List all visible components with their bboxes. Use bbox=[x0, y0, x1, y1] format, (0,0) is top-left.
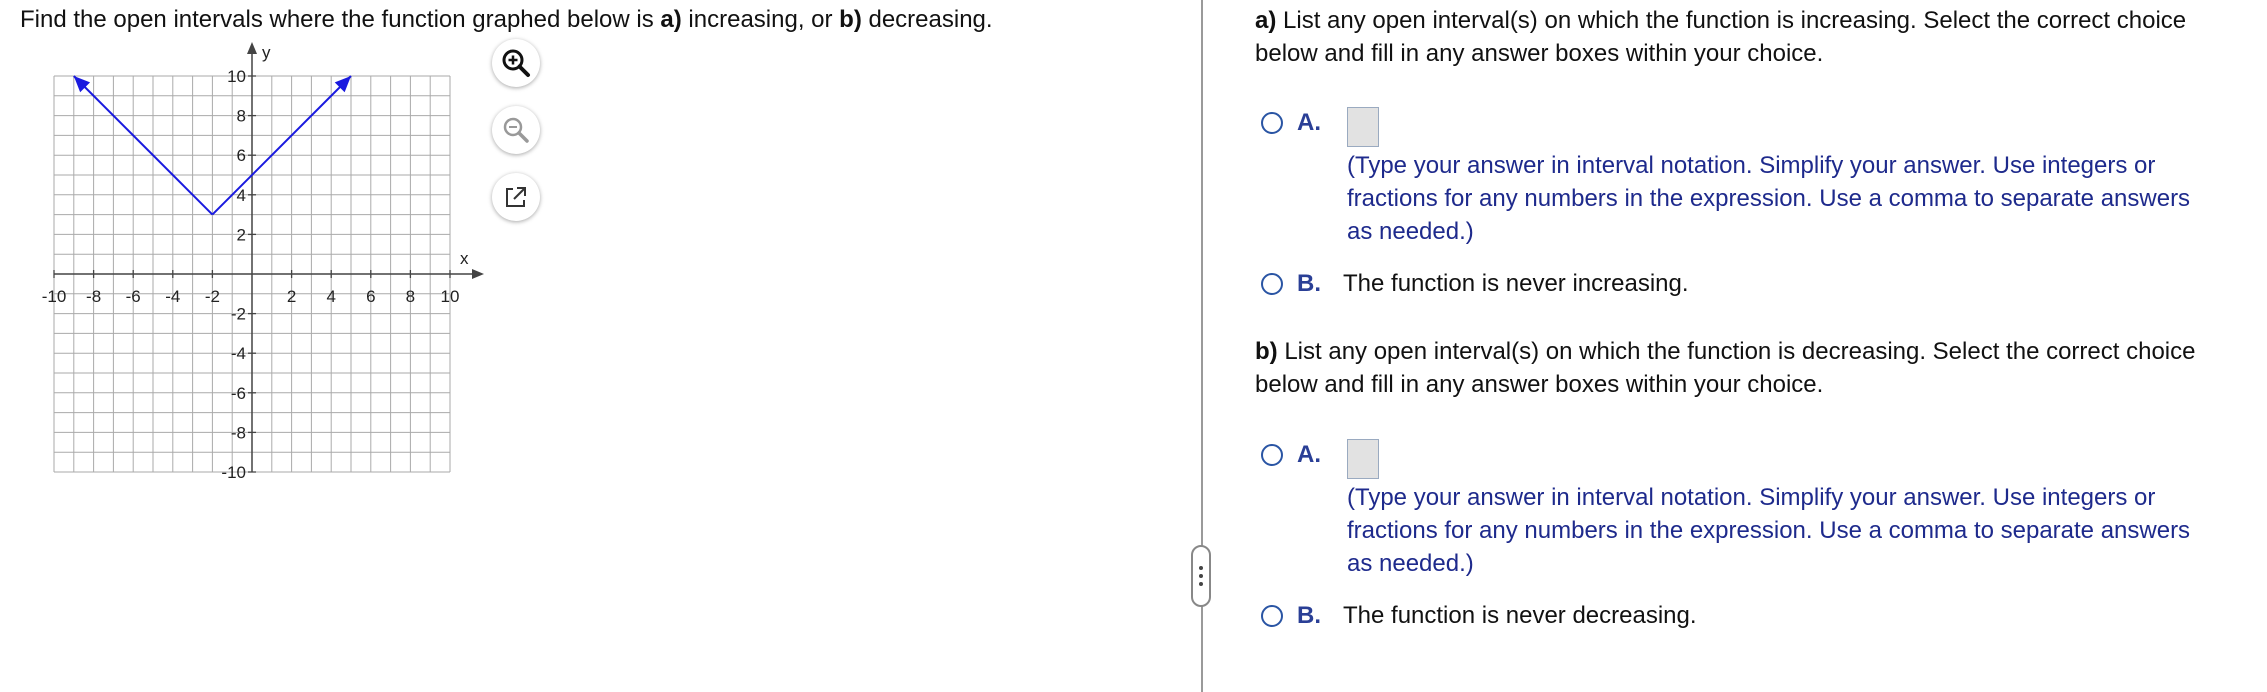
part-a-option-a-radio[interactable] bbox=[1261, 112, 1283, 134]
question-part-b-word: decreasing. bbox=[861, 6, 993, 33]
function-graph: x y -10 -8 -6 -4 -2 2 4 6 8 10 10 8 6 4 2 -2 -4 -6 -8 -10 bbox=[30, 40, 500, 480]
x-axis-arrow bbox=[472, 269, 484, 279]
x-tick-label: -4 bbox=[165, 287, 180, 306]
part-a-prompt-line1: a) List any open interval(s) on which th… bbox=[1255, 4, 2186, 37]
part-a-option-b[interactable]: B. The function is never increasing. bbox=[1261, 270, 1689, 298]
popout-button[interactable] bbox=[492, 173, 540, 221]
answer-pane: a) List any open interval(s) on which th… bbox=[1255, 0, 2267, 692]
x-tick-label: 8 bbox=[406, 287, 415, 306]
y-tick-label: -10 bbox=[221, 463, 246, 480]
zoom-out-icon bbox=[503, 117, 529, 143]
part-a-option-a-letter: A. bbox=[1297, 109, 1321, 136]
x-tick-label: 10 bbox=[441, 287, 460, 306]
pane-resize-handle[interactable] bbox=[1191, 545, 1211, 607]
part-a-prompt-text: List any open interval(s) on which the f… bbox=[1276, 7, 2187, 34]
x-tick-label: -6 bbox=[126, 287, 141, 306]
function-left-ray-segment bbox=[73, 75, 214, 216]
part-a-marker: a) bbox=[1255, 7, 1277, 34]
part-a-option-a[interactable]: A. bbox=[1261, 109, 1321, 137]
x-tick-label: 4 bbox=[326, 287, 335, 306]
part-a-option-b-radio[interactable] bbox=[1261, 273, 1283, 295]
question-part-b-marker: b) bbox=[839, 6, 862, 33]
part-b-option-b-text: The function is never decreasing. bbox=[1343, 602, 1697, 629]
part-b-marker: b) bbox=[1255, 338, 1278, 365]
x-tick-label: -10 bbox=[42, 287, 67, 306]
part-a-answer-box[interactable] bbox=[1347, 107, 1379, 147]
x-tick-label: -2 bbox=[205, 287, 220, 306]
part-a-option-b-text: The function is never increasing. bbox=[1343, 270, 1689, 297]
y-tick-label: -8 bbox=[231, 423, 246, 442]
zoom-in-button[interactable] bbox=[492, 39, 540, 87]
part-a-prompt: a) List any open interval(s) on which th… bbox=[1255, 4, 2186, 70]
x-tick-label: 6 bbox=[366, 287, 375, 306]
x-tick-label: -8 bbox=[86, 287, 101, 306]
question-prefix: Find the open intervals where the functi… bbox=[20, 6, 661, 33]
part-b-option-a[interactable]: A. bbox=[1261, 441, 1321, 469]
handle-dot bbox=[1199, 574, 1203, 578]
question-text: Find the open intervals where the functi… bbox=[20, 6, 993, 34]
handle-dot bbox=[1199, 566, 1203, 570]
part-b-option-a-letter: A. bbox=[1297, 441, 1321, 468]
y-tick-label: -2 bbox=[231, 305, 246, 324]
graph-svg: x y -10 -8 -6 -4 -2 2 4 6 8 10108642-2-4-6-8-10 bbox=[42, 42, 484, 480]
part-b-option-b-radio[interactable] bbox=[1261, 605, 1283, 627]
part-a-option-a-hint: (Type your answer in interval notation. … bbox=[1347, 152, 2191, 245]
y-tick-label: 2 bbox=[237, 225, 246, 244]
zoom-out-button[interactable] bbox=[492, 106, 540, 154]
question-part-a-marker: a) bbox=[660, 6, 682, 33]
part-b-prompt-line2: below and fill in any answer boxes withi… bbox=[1255, 371, 1824, 398]
y-tick-label: 8 bbox=[237, 107, 246, 126]
graph-axes: x y bbox=[54, 42, 484, 472]
function-right-ray-segment bbox=[211, 75, 352, 216]
part-b-option-b-letter: B. bbox=[1297, 602, 1321, 629]
part-b-prompt-text: List any open interval(s) on which the f… bbox=[1277, 338, 2196, 365]
part-b-prompt: b) List any open interval(s) on which th… bbox=[1255, 335, 2195, 401]
part-a-option-b-letter: B. bbox=[1297, 270, 1321, 297]
question-part-a-word: increasing, or bbox=[681, 6, 840, 33]
part-b-answer-box[interactable] bbox=[1347, 439, 1379, 479]
question-pane: Find the open intervals where the functi… bbox=[0, 0, 1198, 692]
y-axis-arrow bbox=[247, 42, 257, 54]
y-tick-label: 6 bbox=[237, 146, 246, 165]
y-tick-label: -6 bbox=[231, 384, 246, 403]
popout-icon bbox=[506, 187, 526, 207]
part-b-option-a-radio[interactable] bbox=[1261, 444, 1283, 466]
part-b-option-b[interactable]: B. The function is never decreasing. bbox=[1261, 602, 1697, 630]
y-tick-label: -4 bbox=[231, 344, 246, 363]
zoom-in-icon bbox=[502, 49, 530, 77]
x-tick-label: 2 bbox=[287, 287, 296, 306]
y-tick-label: 10 bbox=[227, 67, 246, 86]
handle-dot bbox=[1199, 582, 1203, 586]
y-axis-label: y bbox=[262, 43, 271, 62]
part-b-option-a-hint: (Type your answer in interval notation. … bbox=[1347, 484, 2191, 577]
x-axis-label: x bbox=[460, 249, 469, 268]
part-a-prompt-line2: below and fill in any answer boxes withi… bbox=[1255, 40, 1824, 67]
part-b-prompt-line1: b) List any open interval(s) on which th… bbox=[1255, 335, 2195, 368]
